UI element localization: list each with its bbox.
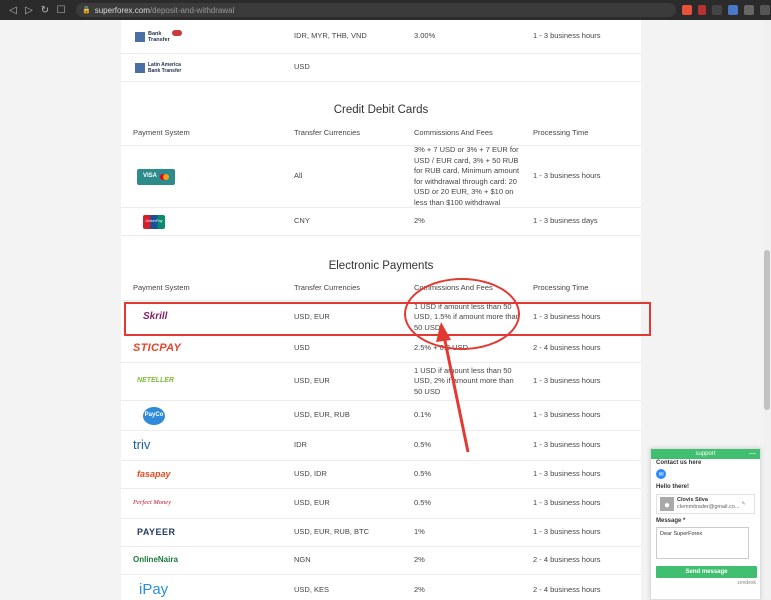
message-label: Message * (656, 518, 686, 524)
greeting-label: Hello there! (656, 484, 690, 490)
messenger-icon[interactable]: ✉ (656, 469, 666, 479)
page-scrollbar[interactable] (763, 20, 771, 600)
support-chat-widget: support — Contact us here ✉ Hello there!… (650, 448, 761, 600)
agent-name: Clovis Silva (677, 497, 708, 503)
agent-profile: ● Clovis Silva clemmitrader@gmail.co... … (656, 494, 755, 514)
zendesk-brand: zendesk (737, 580, 756, 586)
chat-header[interactable]: support — (651, 449, 760, 459)
edit-icon[interactable]: ✎ (741, 501, 745, 507)
contact-label: Contact us here (656, 460, 702, 466)
avatar: ● (660, 497, 674, 511)
message-input[interactable]: Dear SuperForex (656, 527, 749, 559)
scrollbar-thumb[interactable] (764, 250, 770, 410)
agent-email: clemmitrader@gmail.co... (677, 504, 740, 510)
send-message-button[interactable]: Send message (656, 566, 757, 578)
minimize-icon[interactable]: — (749, 449, 756, 459)
